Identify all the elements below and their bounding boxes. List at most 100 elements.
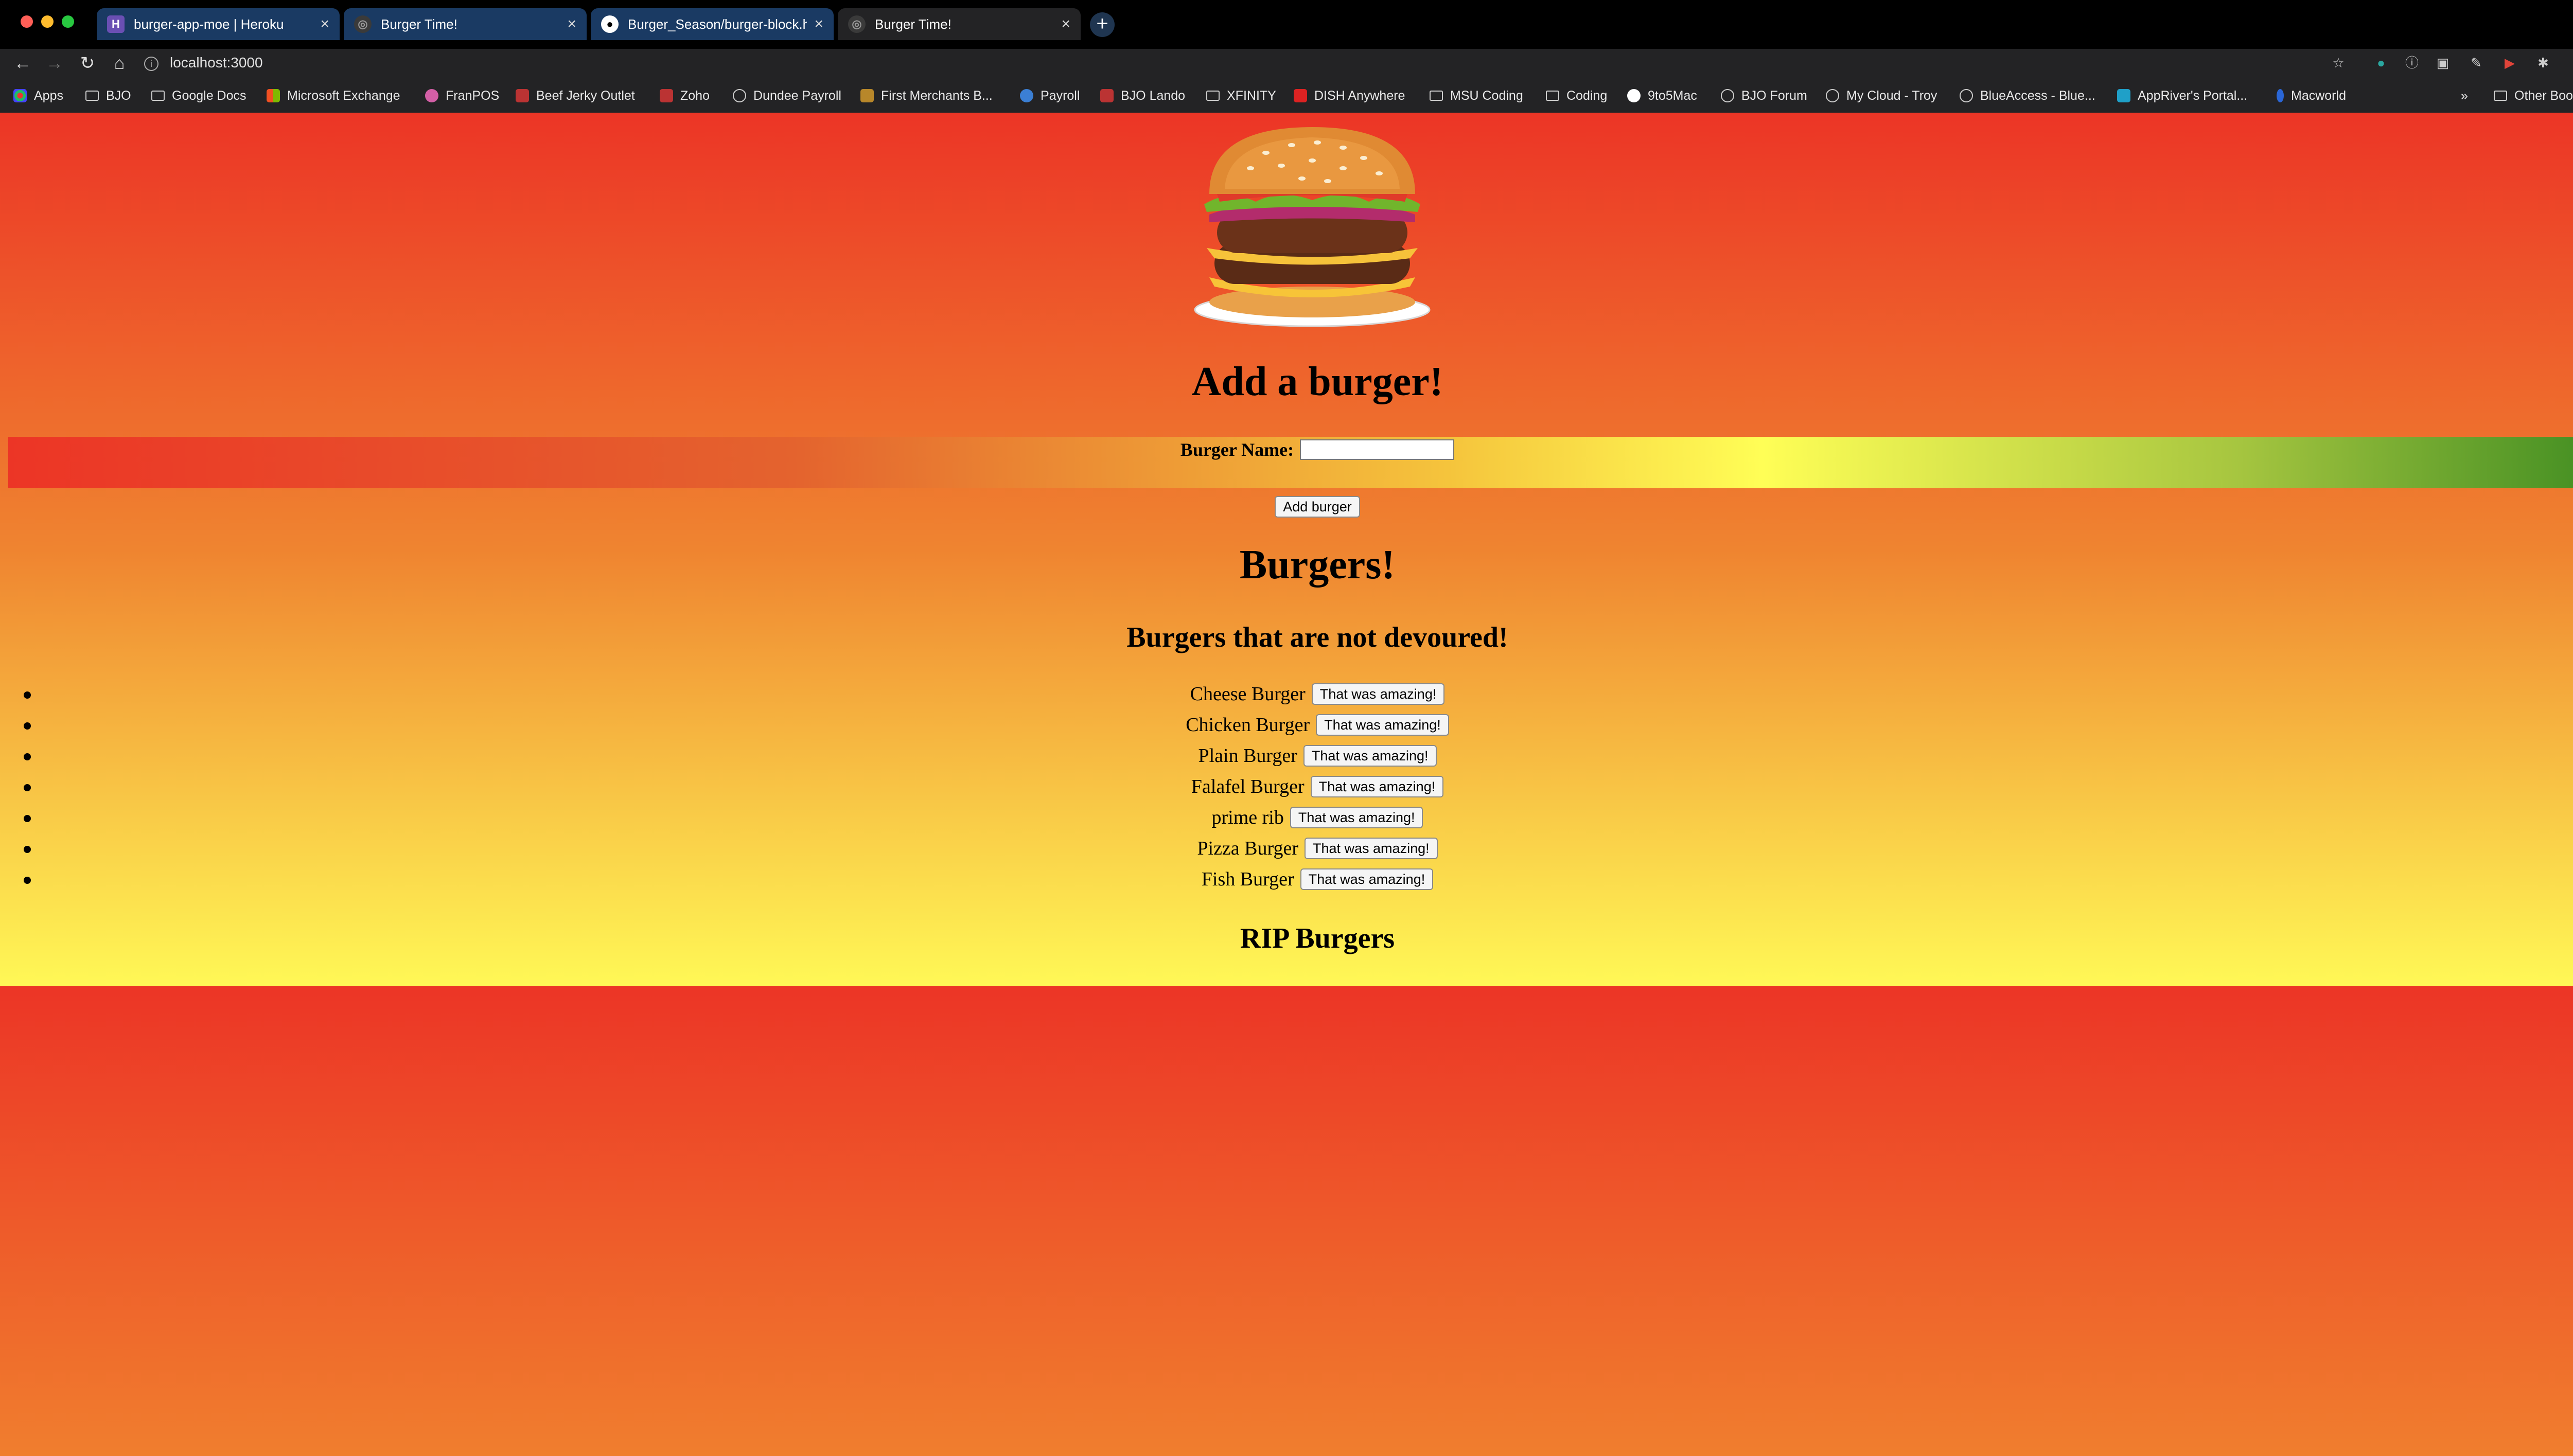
devour-button[interactable]: That was amazing!	[1290, 807, 1423, 828]
not-devoured-heading: Burgers that are not devoured!	[1126, 622, 1508, 653]
folder-icon	[151, 91, 165, 101]
star-icon[interactable]: ☆	[2330, 54, 2347, 72]
globe-icon: ◎	[354, 15, 372, 33]
avatar[interactable]: ●	[2568, 54, 2573, 72]
bookmark-zoho[interactable]: Zoho	[660, 87, 710, 104]
extension-icon[interactable]: ▶	[2501, 54, 2518, 72]
list-item: Plain Burger That was amazing!	[0, 740, 2573, 771]
burger-logo-image	[1194, 127, 1431, 327]
bookmark-my-cloud[interactable]: My Cloud - Troy	[1826, 87, 1937, 104]
bookmark-msu-coding[interactable]: MSU Coding	[1430, 87, 1523, 104]
tab-title: Burger Time!	[875, 16, 951, 32]
devour-button[interactable]: That was amazing!	[1300, 868, 1434, 890]
forward-icon[interactable]: →	[42, 51, 67, 76]
list-item: Pizza Burger That was amazing!	[0, 833, 2573, 864]
folder-icon	[1430, 91, 1443, 101]
close-tab-icon[interactable]: ×	[320, 15, 329, 33]
new-tab-button[interactable]: +	[1090, 12, 1115, 37]
devour-button[interactable]: That was amazing!	[1311, 683, 1445, 705]
close-tab-icon[interactable]: ×	[567, 15, 576, 33]
burger-name: Plain Burger	[1198, 745, 1297, 767]
close-tab-icon[interactable]: ×	[1061, 15, 1070, 33]
burger-name: Pizza Burger	[1197, 838, 1298, 859]
tab-title: Burger Time!	[381, 16, 457, 32]
folder-icon	[85, 91, 99, 101]
bookmark-apps[interactable]: Apps	[13, 87, 63, 104]
list-item: Falafel Burger That was amazing!	[0, 771, 2573, 802]
bookmark-beef-jerky-outlet[interactable]: Beef Jerky Outlet	[516, 87, 635, 104]
bookmark-coding[interactable]: Coding	[1546, 87, 1607, 104]
minimize-window-button[interactable]	[41, 15, 54, 28]
bookmark-xfinity[interactable]: XFINITY	[1206, 87, 1276, 104]
globe-icon	[733, 89, 746, 102]
url-text: localhost:3000	[170, 55, 263, 70]
bookmark-first-merchants[interactable]: First Merchants B...	[860, 87, 993, 104]
bjo-icon	[516, 89, 529, 102]
address-bar[interactable]: i localhost:3000	[144, 49, 2377, 77]
tab-4[interactable]: ◎ Burger Time! ×	[838, 8, 1081, 40]
close-window-button[interactable]	[21, 15, 33, 28]
bookmark-bjo-forum[interactable]: BJO Forum	[1721, 87, 1807, 104]
rip-burgers-heading: RIP Burgers	[1240, 922, 1395, 954]
page-background	[0, 986, 2573, 1456]
burger-name: Chicken Burger	[1186, 714, 1310, 736]
add-burger-button[interactable]: Add burger	[1275, 496, 1360, 518]
burger-name: prime rib	[1211, 807, 1284, 828]
bookmark-9to5mac[interactable]: 9to5Mac	[1627, 87, 1697, 104]
burger-name: Cheese Burger	[1190, 683, 1306, 705]
bookmarks-bar: Apps BJO Google Docs Microsoft Exchange …	[0, 78, 2573, 113]
devour-button[interactable]: That was amazing!	[1310, 776, 1444, 797]
home-icon[interactable]: ⌂	[107, 51, 132, 76]
burger-name: Falafel Burger	[1191, 776, 1305, 797]
other-bookmarks[interactable]: Other Bookmarks	[2494, 87, 2573, 104]
bookmark-franpos[interactable]: FranPOS	[425, 87, 499, 104]
devour-button[interactable]: That was amazing!	[1305, 838, 1438, 859]
info-icon[interactable]: i	[144, 56, 158, 71]
extension-icon[interactable]: ▣	[2434, 54, 2452, 72]
apps-grid-icon	[13, 89, 27, 102]
bookmark-macworld[interactable]: Macworld	[2277, 87, 2346, 104]
burger-form: Burger Name:	[8, 437, 2573, 488]
back-icon[interactable]: ←	[10, 51, 35, 76]
reload-icon[interactable]: ↻	[75, 51, 100, 76]
burgers-heading: Burgers!	[1239, 542, 1396, 588]
devour-button[interactable]: That was amazing!	[1316, 714, 1449, 736]
globe-icon: ◎	[848, 15, 866, 33]
bookmarks-overflow-button[interactable]: »	[2461, 87, 2468, 104]
bookmark-appriver[interactable]: AppRiver's Portal...	[2117, 87, 2247, 104]
tab-title: Burger_Season/burger-block.ht	[628, 16, 807, 32]
bookmark-payroll[interactable]: Payroll	[1020, 87, 1080, 104]
burger-name-input[interactable]	[1300, 439, 1455, 460]
bookmark-bjo[interactable]: BJO	[85, 87, 131, 104]
puzzle-icon[interactable]: ✱	[2534, 54, 2552, 72]
close-tab-icon[interactable]: ×	[814, 15, 823, 33]
globe-icon	[1960, 89, 1973, 102]
extension-icon[interactable]: ●	[2372, 54, 2390, 72]
folder-icon	[2494, 91, 2507, 101]
devour-button[interactable]: That was amazing!	[1303, 745, 1437, 767]
bookmark-blueaccess[interactable]: BlueAccess - Blue...	[1960, 87, 2095, 104]
bookmark-bjo-lando[interactable]: BJO Lando	[1100, 87, 1185, 104]
tab-1[interactable]: H burger-app-moe | Heroku ×	[97, 8, 340, 40]
bookmark-dundee-payroll[interactable]: Dundee Payroll	[733, 87, 841, 104]
submit-row: Add burger	[0, 496, 2573, 518]
burger-list: Cheese Burger That was amazing! Chicken B…	[0, 679, 2573, 895]
tab-3[interactable]: ● Burger_Season/burger-block.ht ×	[591, 8, 834, 40]
browser-toolbar: ← → ↻ ⌂ ilocalhost:3000 ☆ ● ⓘ ▣ ✎ ▶ ✱ ● …	[0, 49, 2573, 78]
zoom-window-button[interactable]	[62, 15, 74, 28]
burger-section: Add a burger! Burger Name: Add burger Bu…	[0, 113, 2573, 986]
extension-icon[interactable]: ⓘ	[2403, 54, 2421, 72]
list-item: Chicken Burger That was amazing!	[0, 709, 2573, 740]
burger-name-label: Burger Name:	[1180, 439, 1294, 460]
dish-icon	[1294, 89, 1307, 102]
bookmark-google-docs[interactable]: Google Docs	[151, 87, 246, 104]
folder-icon	[1206, 91, 1220, 101]
appriver-icon	[2117, 89, 2130, 102]
bookmark-microsoft-exchange[interactable]: Microsoft Exchange	[267, 87, 400, 104]
franpos-icon	[425, 89, 438, 102]
tab-title: burger-app-moe | Heroku	[134, 16, 284, 32]
tab-2[interactable]: ◎ Burger Time! ×	[344, 8, 587, 40]
bookmark-dish-anywhere[interactable]: DISH Anywhere	[1294, 87, 1405, 104]
extension-icon[interactable]: ✎	[2468, 54, 2485, 72]
heroku-icon: H	[107, 15, 125, 33]
